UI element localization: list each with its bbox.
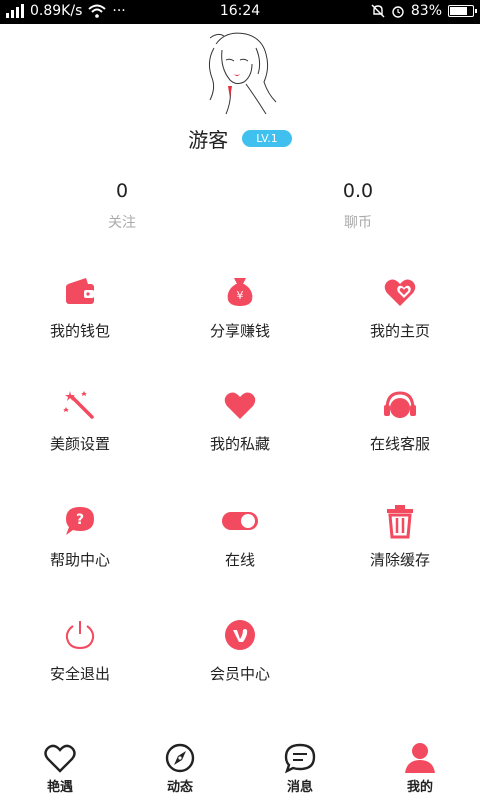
tab-encounter-label: 艳遇: [46, 780, 73, 795]
battery-percent: 83%: [410, 3, 442, 19]
help-bubble-icon: ?: [66, 507, 94, 535]
mute-bell-icon: [371, 4, 385, 18]
tab-moments[interactable]: 动态: [120, 742, 240, 795]
menu-online[interactable]: 在线: [160, 503, 320, 603]
username: 游客: [188, 128, 229, 152]
tab-mine-label: 我的: [406, 780, 433, 795]
chat-icon: [284, 743, 316, 774]
battery-level: [450, 7, 468, 15]
magic-wand-icon: [63, 391, 94, 419]
stat-coins-label: 聊币: [344, 215, 372, 231]
menu-homepage[interactable]: 我的主页: [320, 274, 480, 374]
status-bar: 0.89K/s ··· 16:24 83%: [0, 0, 480, 24]
menu-beauty[interactable]: 美颜设置: [0, 387, 160, 487]
menu-share-earn-label: 分享赚钱: [209, 322, 270, 340]
hearts-icon: [384, 279, 416, 306]
trash-icon: [387, 505, 413, 539]
stat-follow-label: 关注: [108, 215, 136, 231]
battery-icon: [448, 5, 477, 17]
stat-coins-value: 0.0: [342, 180, 374, 202]
avatar[interactable]: [196, 28, 284, 118]
money-bag-icon: ¥: [227, 278, 253, 306]
stat-follow-value: 0: [115, 180, 129, 202]
menu-favorites-label: 我的私藏: [209, 435, 270, 453]
menu-favorites[interactable]: 我的私藏: [160, 387, 320, 487]
menu-logout[interactable]: 安全退出: [0, 617, 160, 717]
bottom-tab-bar: 艳遇 动态 消息 我的: [0, 740, 480, 800]
menu-vip[interactable]: 会员中心: [160, 617, 320, 717]
toggle-icon: [222, 512, 258, 530]
heart-icon: [224, 392, 256, 419]
alarm-icon: [392, 6, 404, 18]
tab-encounter[interactable]: 艳遇: [0, 742, 120, 795]
compass-icon: [165, 743, 195, 773]
menu-wallet[interactable]: 我的钱包: [0, 274, 160, 374]
heart-outline-icon: [44, 744, 76, 773]
svg-text:?: ?: [76, 512, 84, 528]
tab-moments-label: 动态: [166, 780, 193, 795]
level-badge: LV.1: [242, 130, 292, 147]
menu-clear-cache-label: 清除缓存: [369, 551, 430, 569]
power-icon: [65, 621, 95, 650]
menu-customer-service[interactable]: 在线客服: [320, 387, 480, 487]
menu-help-label: 帮助中心: [49, 551, 110, 569]
user-icon: [405, 743, 435, 773]
profile-name-row: 游客 LV.1: [0, 124, 480, 153]
menu-wallet-label: 我的钱包: [49, 322, 110, 340]
menu-logout-label: 安全退出: [49, 665, 110, 683]
svg-text:¥: ¥: [237, 289, 244, 302]
vip-icon: [225, 620, 255, 650]
stat-follow[interactable]: 0 关注: [42, 180, 202, 232]
tab-mine[interactable]: 我的: [360, 742, 480, 795]
status-right: 83%: [371, 3, 477, 19]
tab-messages-label: 消息: [286, 780, 313, 795]
stat-coins[interactable]: 0.0 聊币: [278, 180, 438, 232]
menu-clear-cache[interactable]: 清除缓存: [320, 503, 480, 603]
menu-vip-label: 会员中心: [209, 665, 270, 683]
wallet-icon: [66, 278, 94, 304]
menu-homepage-label: 我的主页: [369, 322, 430, 340]
menu-share-earn[interactable]: ¥ 分享赚钱: [160, 274, 320, 374]
menu-online-label: 在线: [224, 551, 255, 569]
menu-beauty-label: 美颜设置: [49, 435, 110, 453]
headphones-icon: [384, 391, 416, 418]
tab-messages[interactable]: 消息: [240, 742, 360, 795]
menu-customer-service-label: 在线客服: [369, 435, 430, 453]
menu-help[interactable]: ? 帮助中心: [0, 503, 160, 603]
